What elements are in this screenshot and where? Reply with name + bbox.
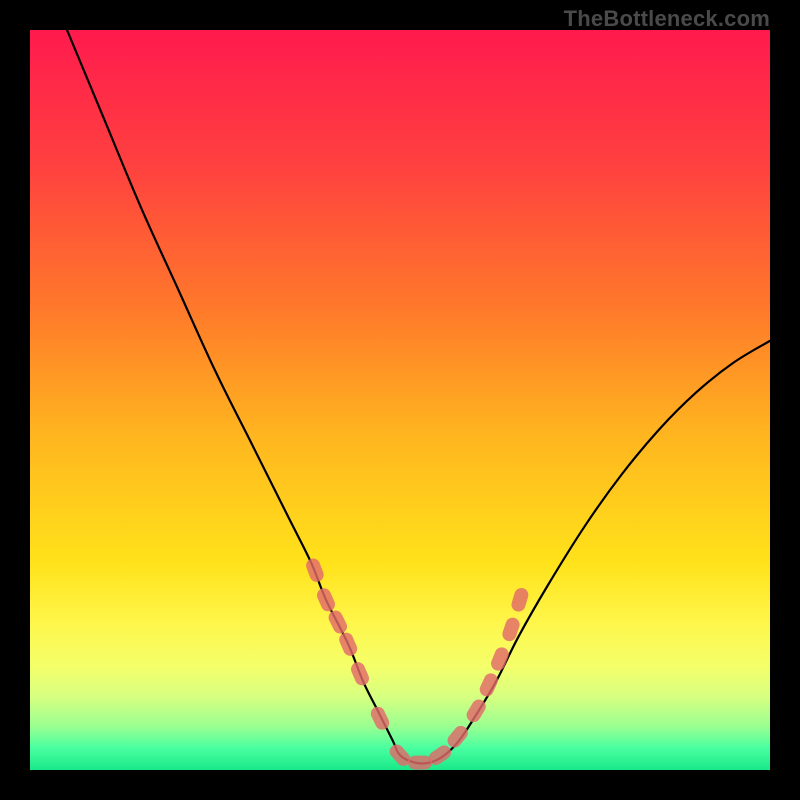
marker-pill	[510, 586, 530, 613]
marker-pill	[304, 557, 326, 584]
marker-pill	[315, 586, 338, 614]
highlight-markers	[304, 557, 530, 770]
attribution-text: TheBottleneck.com	[564, 6, 770, 32]
bottleneck-curve	[67, 30, 770, 764]
marker-pill	[408, 756, 432, 770]
chart-svg	[30, 30, 770, 770]
marker-pill	[368, 704, 391, 732]
outer-frame: TheBottleneck.com	[0, 0, 800, 800]
marker-pill	[349, 660, 371, 688]
marker-pill	[326, 608, 349, 636]
plot-area	[30, 30, 770, 770]
marker-pill	[445, 723, 471, 750]
marker-pill	[337, 630, 359, 658]
marker-pill	[477, 671, 500, 699]
